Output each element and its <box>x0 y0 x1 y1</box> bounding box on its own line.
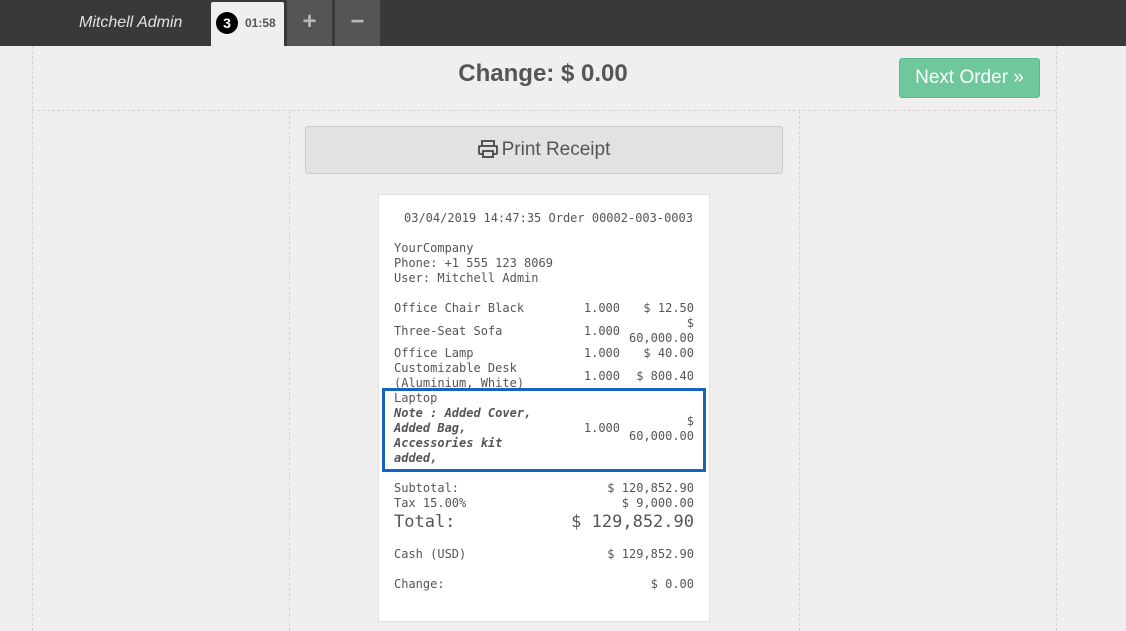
print-receipt-label: Print Receipt <box>501 139 611 160</box>
receipt-line-qty: 1.000 <box>583 346 620 360</box>
receipt-line-price: $ 40.00 <box>643 346 694 360</box>
receipt-line-price: $ 12.50 <box>643 301 694 315</box>
receipt-phone: Phone: +1 555 123 8069 <box>394 256 553 270</box>
order-number-badge: 3 <box>216 12 238 34</box>
frame-divider <box>1056 46 1057 631</box>
receipt-order-header: 03/04/2019 14:47:35 Order 00002-003-0003 <box>404 211 693 225</box>
topbar: Mitchell Admin 3 01:58 + − <box>0 0 1126 46</box>
subtotal-label: Subtotal: <box>394 481 460 495</box>
receipt-line-price: $ 800.40 <box>636 369 694 383</box>
change-title: Change: $ 0.00 <box>458 60 628 87</box>
tax-value: $ 9,000.00 <box>621 496 694 510</box>
receipt-user: User: Mitchell Admin <box>394 271 539 285</box>
plus-icon: + <box>302 8 317 35</box>
receipt-line-name: Office Chair Black <box>394 301 525 315</box>
user-name[interactable]: Mitchell Admin <box>79 14 182 32</box>
minus-icon: − <box>350 8 365 35</box>
receipt-line-qty: 1.000 <box>583 369 620 383</box>
receipt-line-price: 60,000.00 <box>628 331 694 345</box>
remove-order-button[interactable]: − <box>335 0 380 46</box>
subtotal-value: $ 120,852.90 <box>607 481 694 495</box>
next-order-button[interactable]: Next Order » <box>899 58 1040 98</box>
change-label: Change: <box>394 577 445 591</box>
receipt-line-name: Customizable Desk <box>394 361 517 375</box>
frame-divider <box>32 46 33 631</box>
total-value: $ 129,852.90 <box>571 512 694 532</box>
receipt-line-name: Office Lamp <box>394 346 474 360</box>
printer-icon <box>477 140 498 158</box>
highlight-box <box>382 388 706 472</box>
receipt-line-price-currency: $ <box>686 316 694 330</box>
print-receipt-button[interactable]: Print Receipt <box>305 126 783 174</box>
frame-divider <box>32 110 1056 111</box>
receipt-line-qty: 1.000 <box>583 324 620 338</box>
frame-divider <box>799 111 800 631</box>
order-time: 01:58 <box>245 16 276 30</box>
payment-value: $ 129,852.90 <box>607 547 694 561</box>
frame-divider <box>289 111 290 631</box>
receipt-company: YourCompany <box>394 241 474 255</box>
receipt-line-name: Three-Seat Sofa <box>394 324 503 338</box>
payment-label: Cash (USD) <box>394 547 467 561</box>
order-tab-selected[interactable]: 3 01:58 <box>211 2 284 46</box>
receipt-line-qty: 1.000 <box>583 301 620 315</box>
total-label: Total: <box>394 512 456 532</box>
tax-label: Tax 15.00% <box>394 496 467 510</box>
change-value: $ 0.00 <box>650 577 694 591</box>
add-order-button[interactable]: + <box>287 0 332 46</box>
